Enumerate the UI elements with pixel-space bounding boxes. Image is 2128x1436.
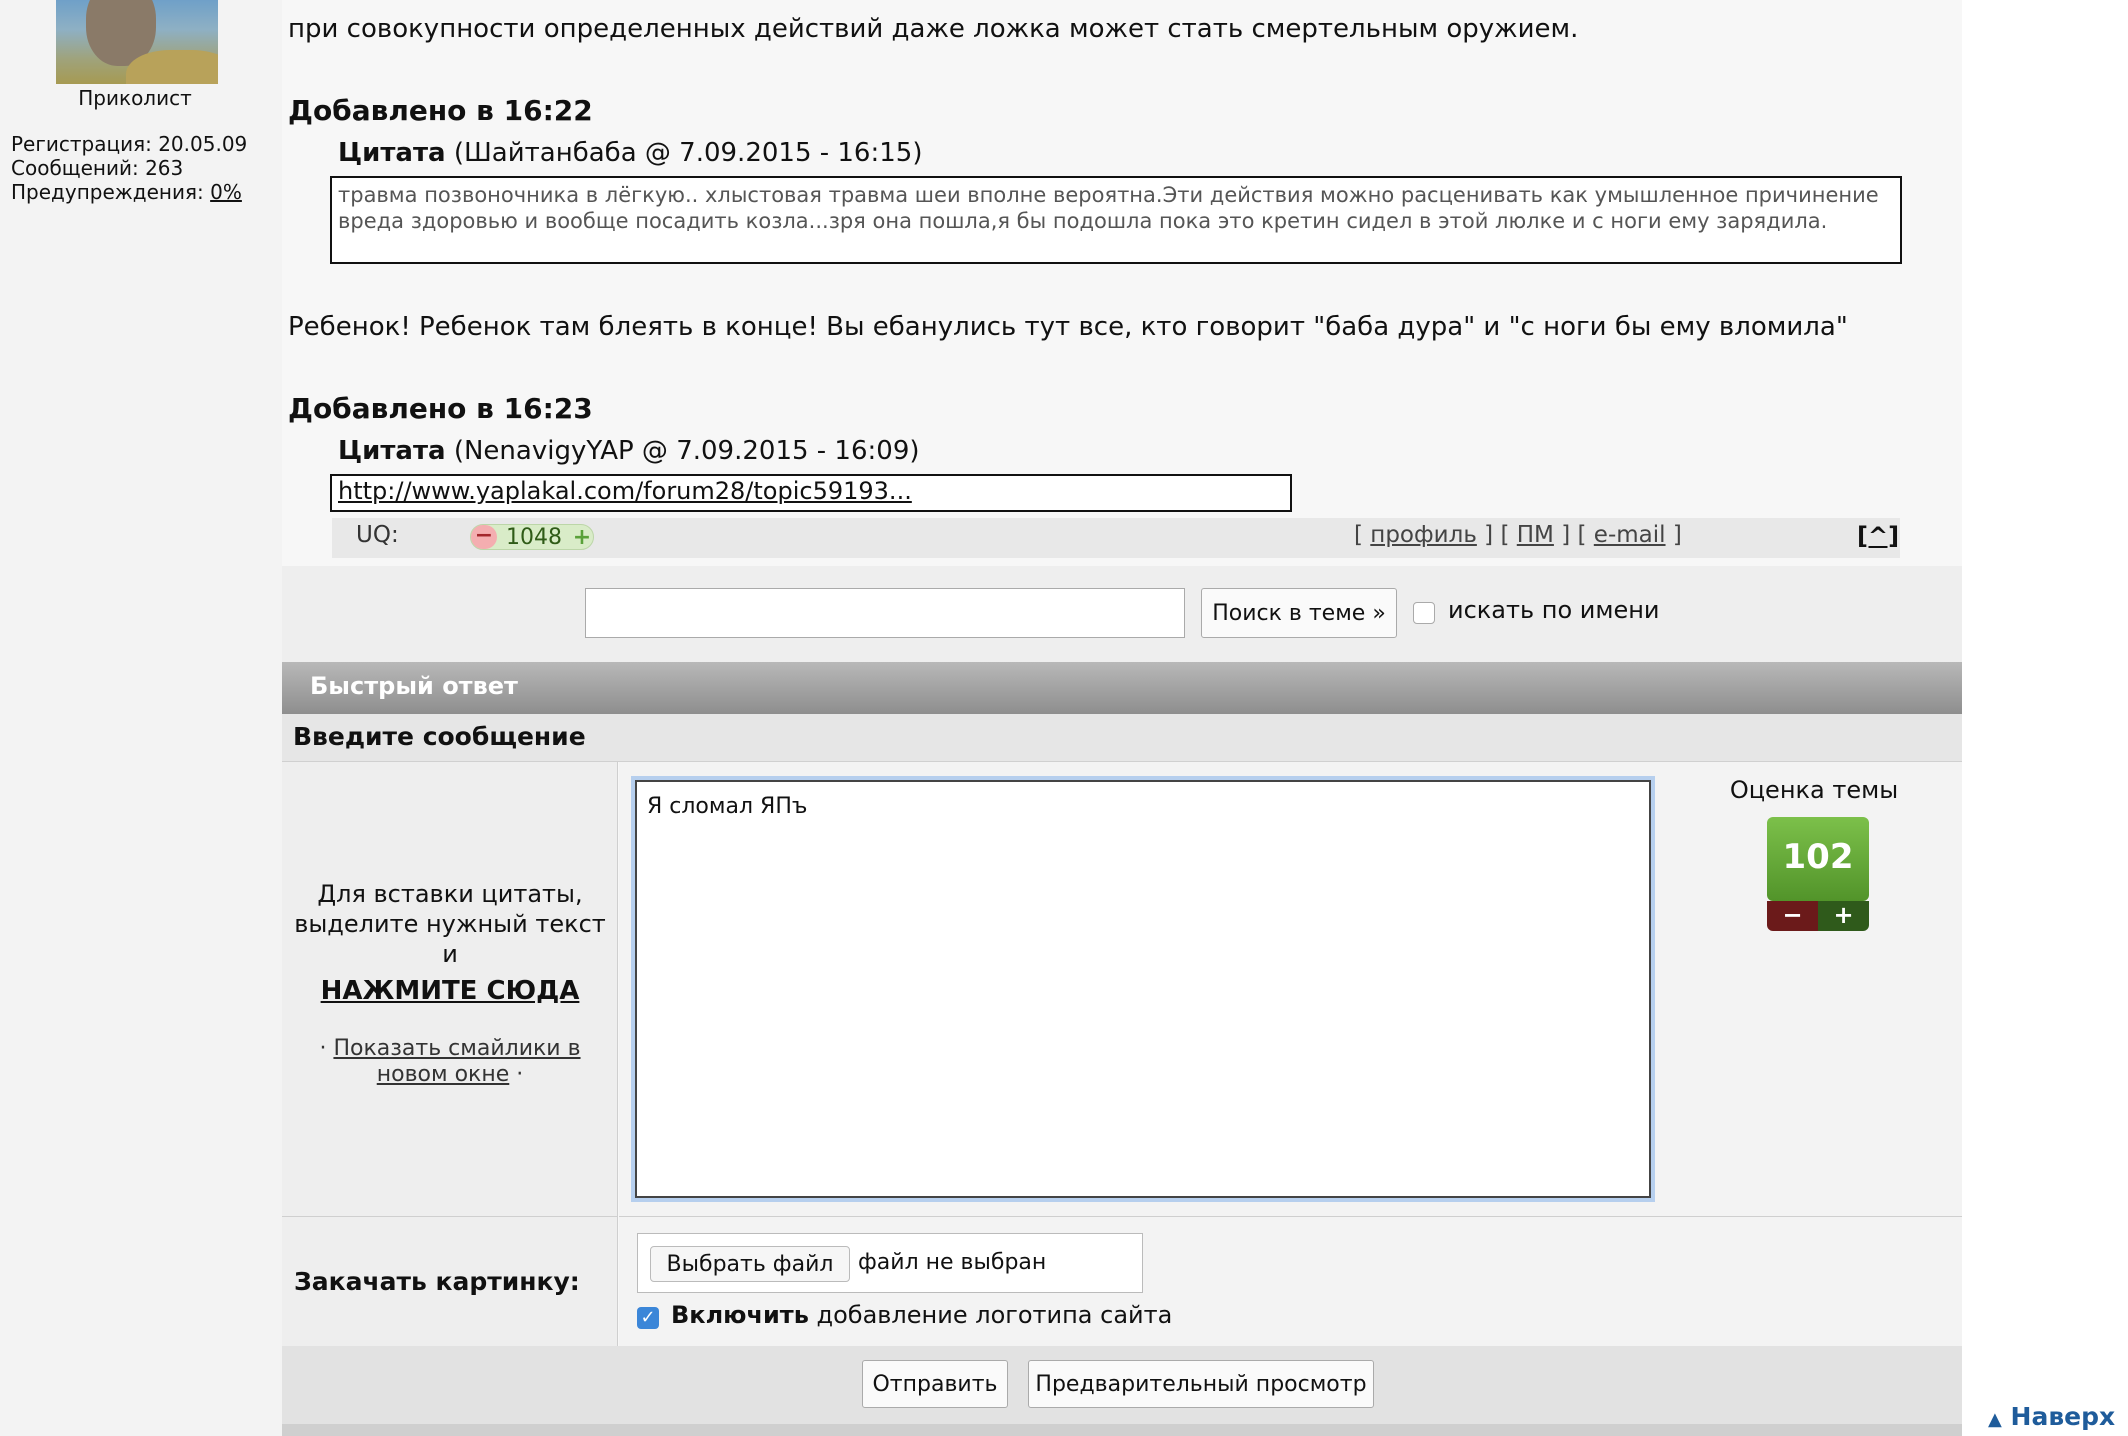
file-input: Выбрать файл файл не выбран [637,1233,1143,1293]
quote-header-1: Цитата (Шайтанбаба @ 7.09.2015 - 16:15) [338,138,922,168]
add-logo-checkbox[interactable]: ✓ [637,1307,659,1329]
choose-file-button[interactable]: Выбрать файл [650,1246,850,1282]
submit-row: Отправить Предварительный просмотр [282,1346,1962,1424]
post-footer: UQ: − 1048 + [ профиль ] [ ПМ ] [ e-mail… [332,518,1900,558]
upload-image-label: Закачать картинку: [294,1267,580,1296]
user-registration: Регистрация: 20.05.09 [11,132,248,156]
email-link[interactable]: e-mail [1594,522,1666,548]
insert-quote-link[interactable]: НАЖМИТЕ СЮДА [282,976,618,1006]
quote-link[interactable]: http://www.yaplakal.com/forum28/topic591… [338,477,912,505]
back-to-top-link[interactable]: ▲ Наверх [1988,1402,2115,1431]
user-warnings-link[interactable]: 0% [210,180,242,204]
quote-hint-line-1: Для вставки цитаты, [317,880,583,908]
user-warnings: Предупреждения: 0% [11,180,242,204]
enter-message-title: Введите сообщение [293,722,586,751]
add-logo-label[interactable]: Включить добавление логотипа сайта [671,1301,1172,1329]
pm-link[interactable]: ПМ [1517,522,1554,548]
quote-box-2: http://www.yaplakal.com/forum28/topic591… [330,474,1292,512]
send-button[interactable]: Отправить [862,1360,1008,1408]
file-status: файл не выбран [858,1250,1047,1275]
quote-meta-1: (Шайтанбаба @ 7.09.2015 - 16:15) [445,138,923,168]
avatar[interactable] [56,0,218,84]
quick-reply-header: Быстрый ответ [282,662,1962,714]
search-by-name-label[interactable]: искать по имени [1448,596,1660,624]
quote-hint-line-3: и [442,940,458,968]
back-to-top-label: Наверх [2001,1402,2116,1431]
show-smiles-link-2[interactable]: новом окне [377,1062,510,1087]
topic-rating-value: 102 [1767,817,1869,901]
main-content: при совокупности определенных действий д… [282,0,1962,1436]
quote-box-1: травма позвоночника в лёгкую.. хлыстовая… [330,176,1902,264]
show-smiles-line-2: новом окне · [282,1062,618,1087]
post-to-top-link[interactable]: [^] [1857,522,1899,550]
topic-rating-label: Оценка темы [1729,776,1899,804]
quote-hint-panel: Для вставки цитаты, выделите нужный текс… [282,762,618,1216]
bracket: ] [ [1553,522,1594,548]
quote-header-2: Цитата (NenavigyYAP @ 7.09.2015 - 16:09) [338,436,920,466]
topic-search-bar: Поиск в теме » искать по имени [282,566,1962,662]
triangle-up-icon: ▲ [1988,1409,2002,1430]
message-panel: Я сломал ЯПъ Оценка темы 102 − + [619,762,1962,1216]
bracket: ] [1665,522,1682,548]
quote-hint-line-2: выделите нужный текст [294,910,606,938]
post-text-reply: Ребенок! Ребенок там блеять в конце! Вы … [288,312,1848,342]
add-logo-rest: добавление логотипа сайта [808,1301,1173,1329]
bracket: [ [1354,522,1371,548]
rating-plus-button[interactable]: + [1818,901,1869,931]
message-textarea[interactable]: Я сломал ЯПъ [635,780,1651,1198]
quick-reply-subheader: Введите сообщение [282,714,1962,762]
quote-label-2: Цитата [338,436,446,466]
topic-rating-controls: − + [1767,901,1869,931]
uq-label: UQ: [356,522,399,548]
search-by-name-checkbox[interactable] [1413,602,1435,624]
add-logo-bold: Включить [671,1301,809,1329]
uq-plus-button[interactable]: + [571,525,593,550]
show-smiles-link[interactable]: Показать смайлики в [333,1036,580,1061]
uq-value: 1048 [506,524,562,550]
username[interactable]: Приколист [40,86,230,110]
bottom-strip [282,1424,1962,1436]
dot: · [509,1062,524,1087]
topic-search-button[interactable]: Поиск в теме » [1201,588,1397,638]
quote-meta-2: (NenavigyYAP @ 7.09.2015 - 16:09) [445,436,920,466]
topic-search-input[interactable] [585,588,1185,638]
upload-cell: Выбрать файл файл не выбран ✓ Включить д… [619,1216,1962,1346]
bracket: ] [ [1476,522,1517,548]
added-time-2: Добавлено в 16:23 [288,392,593,425]
profile-link[interactable]: профиль [1370,522,1477,548]
user-warnings-label: Предупреждения: [11,180,211,204]
upload-label-cell: Закачать картинку: [282,1216,618,1346]
user-messages: Сообщений: 263 [11,156,184,180]
preview-button[interactable]: Предварительный просмотр [1028,1360,1374,1408]
post-text-intro: при совокупности определенных действий д… [288,14,1579,44]
quote-label-1: Цитата [338,138,446,168]
dot: · [319,1036,334,1061]
uq-rating: − 1048 + [470,524,594,550]
added-time-1: Добавлено в 16:22 [288,94,593,127]
quick-reply-title: Быстрый ответ [310,672,518,700]
user-panel: Приколист Регистрация: 20.05.09 Сообщени… [0,0,282,1436]
show-smiles-line-1: · Показать смайлики в [282,1036,618,1061]
uq-minus-button[interactable]: − [471,525,497,549]
rating-minus-button[interactable]: − [1767,901,1818,931]
post-links: [ профиль ] [ ПМ ] [ e-mail ] [1354,522,1682,548]
